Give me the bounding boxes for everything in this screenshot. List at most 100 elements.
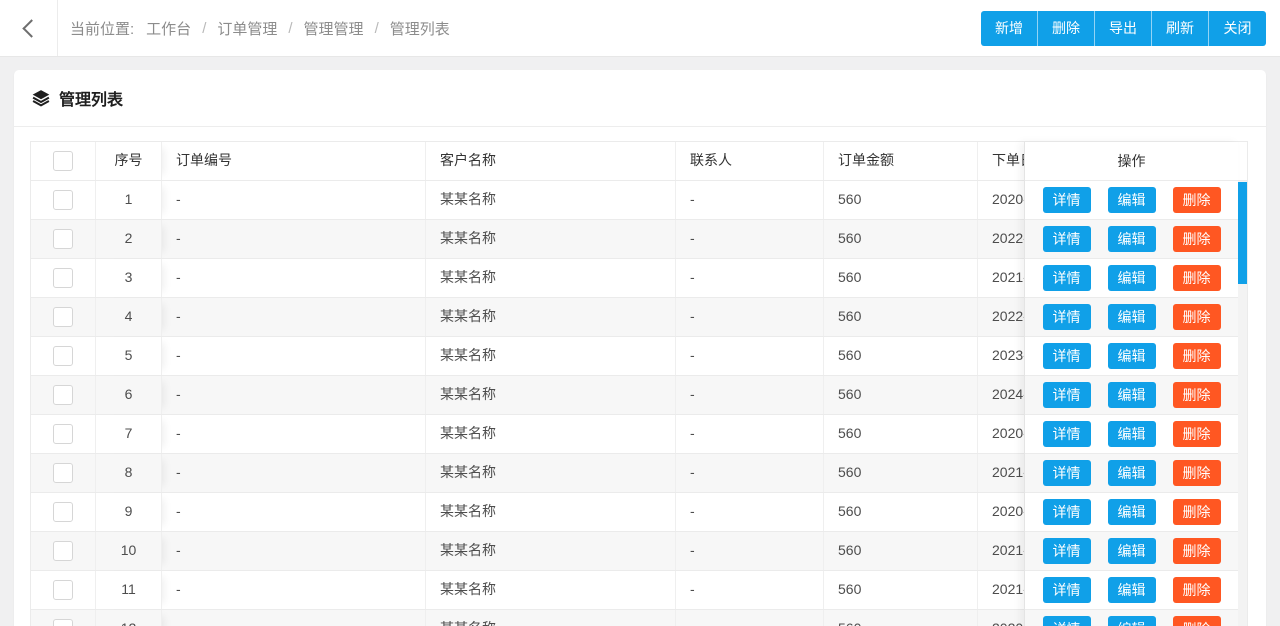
detail-button[interactable]: 详情 [1042, 616, 1091, 626]
detail-button[interactable]: 详情 [1042, 421, 1091, 447]
cell-index: 5 [96, 337, 162, 375]
cell-contact: - [676, 376, 824, 414]
fixed-actions-body: 详情 编辑 删除 详情 编辑 删除 详情 编辑 删除 详情 编辑 删除 详情 编辑 删除 详情 编辑 删除 详情 编辑… [1025, 181, 1238, 626]
cell-customer: 某某名称 [426, 454, 676, 492]
delete-row-button[interactable]: 删除 [1172, 226, 1221, 252]
cell-customer: 某某名称 [426, 610, 676, 626]
breadcrumb-items: 工作台 / 订单管理 / 管理管理 / 管理列表 [134, 18, 450, 39]
edit-button[interactable]: 编辑 [1107, 421, 1156, 447]
delete-row-button[interactable]: 删除 [1172, 343, 1221, 369]
detail-button[interactable]: 详情 [1042, 460, 1091, 486]
cell-index: 11 [96, 571, 162, 609]
edit-button[interactable]: 编辑 [1107, 343, 1156, 369]
edit-button[interactable]: 编辑 [1107, 382, 1156, 408]
layers-icon [32, 90, 50, 107]
edit-button[interactable]: 编辑 [1107, 577, 1156, 603]
delete-row-button[interactable]: 删除 [1172, 577, 1221, 603]
row-actions: 详情编辑删除 [1025, 571, 1238, 610]
row-actions: 详情编辑删除 [1025, 220, 1238, 259]
export-button[interactable]: 导出 [1095, 10, 1152, 46]
delete-row-button[interactable]: 删除 [1172, 616, 1221, 626]
row-checkbox[interactable] [53, 619, 73, 626]
cell-amount: 560 [824, 376, 978, 414]
row-checkbox[interactable] [53, 190, 73, 210]
delete-row-button[interactable]: 删除 [1172, 421, 1221, 447]
delete-row-button[interactable]: 删除 [1172, 304, 1221, 330]
cell-index: 12 [96, 610, 162, 626]
table-scrollbar[interactable] [1238, 181, 1247, 626]
delete-row-button[interactable]: 删除 [1172, 265, 1221, 291]
row-checkbox[interactable] [53, 385, 73, 405]
add-button[interactable]: 新增 [981, 10, 1038, 46]
breadcrumb-separator: / [288, 19, 293, 37]
scrollbar-thumb[interactable] [1238, 182, 1247, 284]
row-checkbox[interactable] [53, 229, 73, 249]
row-checkbox-cell [31, 181, 96, 219]
row-checkbox[interactable] [53, 307, 73, 327]
row-checkbox[interactable] [53, 463, 73, 483]
topbar: 当前位置: 工作台 / 订单管理 / 管理管理 / 管理列表 新增 删除 导出 刷新 关闭 [0, 0, 1280, 57]
detail-button[interactable]: 详情 [1042, 187, 1091, 213]
cell-contact: - [676, 610, 824, 626]
cell-order-no: - [162, 298, 426, 336]
panel-title: 管理列表 [59, 92, 124, 109]
delete-row-button[interactable]: 删除 [1172, 382, 1221, 408]
cell-contact: - [676, 337, 824, 375]
edit-button[interactable]: 编辑 [1107, 187, 1156, 213]
header-actions: 操作 [1025, 142, 1238, 181]
cell-order-no: - [162, 532, 426, 570]
delete-row-button[interactable]: 删除 [1172, 538, 1221, 564]
breadcrumb-item[interactable]: 管理列表 [390, 18, 450, 39]
refresh-button[interactable]: 刷新 [1152, 10, 1209, 46]
breadcrumb-item[interactable]: 订单管理 [217, 18, 277, 39]
row-actions: 详情编辑删除 [1025, 181, 1238, 220]
row-actions: 详情编辑删除 [1025, 532, 1238, 571]
row-checkbox[interactable] [53, 541, 73, 561]
edit-button[interactable]: 编辑 [1107, 265, 1156, 291]
row-checkbox[interactable] [53, 424, 73, 444]
detail-button[interactable]: 详情 [1042, 382, 1091, 408]
edit-button[interactable]: 编辑 [1107, 538, 1156, 564]
detail-button[interactable]: 详情 [1042, 538, 1091, 564]
cell-customer: 某某名称 [426, 571, 676, 609]
cell-contact: - [676, 571, 824, 609]
row-checkbox-cell [31, 610, 96, 626]
list-panel: 管理列表 序号 订单编号 客户名称 联系人 订单金额 下单日期 1- 某某名称 -5… [14, 70, 1266, 626]
cell-order-no: - [162, 220, 426, 258]
row-checkbox[interactable] [53, 346, 73, 366]
row-checkbox[interactable] [53, 268, 73, 288]
detail-button[interactable]: 详情 [1042, 343, 1091, 369]
row-actions: 详情编辑删除 [1025, 454, 1238, 493]
cell-amount: 560 [824, 571, 978, 609]
row-checkbox-cell [31, 220, 96, 258]
row-checkbox[interactable] [53, 580, 73, 600]
back-button[interactable] [0, 0, 58, 56]
breadcrumb-item[interactable]: 管理管理 [304, 18, 364, 39]
cell-order-no: - [162, 610, 426, 626]
breadcrumb-item[interactable]: 工作台 [146, 18, 191, 39]
edit-button[interactable]: 编辑 [1107, 460, 1156, 486]
detail-button[interactable]: 详情 [1042, 577, 1091, 603]
cell-customer: 某某名称 [426, 376, 676, 414]
cell-amount: 560 [824, 454, 978, 492]
row-checkbox[interactable] [53, 502, 73, 522]
delete-row-button[interactable]: 删除 [1172, 460, 1221, 486]
select-all-checkbox[interactable] [53, 151, 73, 171]
header-index: 序号 [96, 142, 162, 180]
delete-row-button[interactable]: 删除 [1172, 187, 1221, 213]
edit-button[interactable]: 编辑 [1107, 616, 1156, 626]
detail-button[interactable]: 详情 [1042, 265, 1091, 291]
cell-index: 1 [96, 181, 162, 219]
breadcrumb-separator: / [202, 19, 207, 37]
row-checkbox-cell [31, 532, 96, 570]
delete-row-button[interactable]: 删除 [1172, 499, 1221, 525]
edit-button[interactable]: 编辑 [1107, 499, 1156, 525]
delete-button[interactable]: 删除 [1038, 10, 1095, 46]
edit-button[interactable]: 编辑 [1107, 304, 1156, 330]
cell-customer: 某某名称 [426, 181, 676, 219]
close-button[interactable]: 关闭 [1209, 10, 1266, 46]
edit-button[interactable]: 编辑 [1107, 226, 1156, 252]
detail-button[interactable]: 详情 [1042, 226, 1091, 252]
detail-button[interactable]: 详情 [1042, 304, 1091, 330]
detail-button[interactable]: 详情 [1042, 499, 1091, 525]
